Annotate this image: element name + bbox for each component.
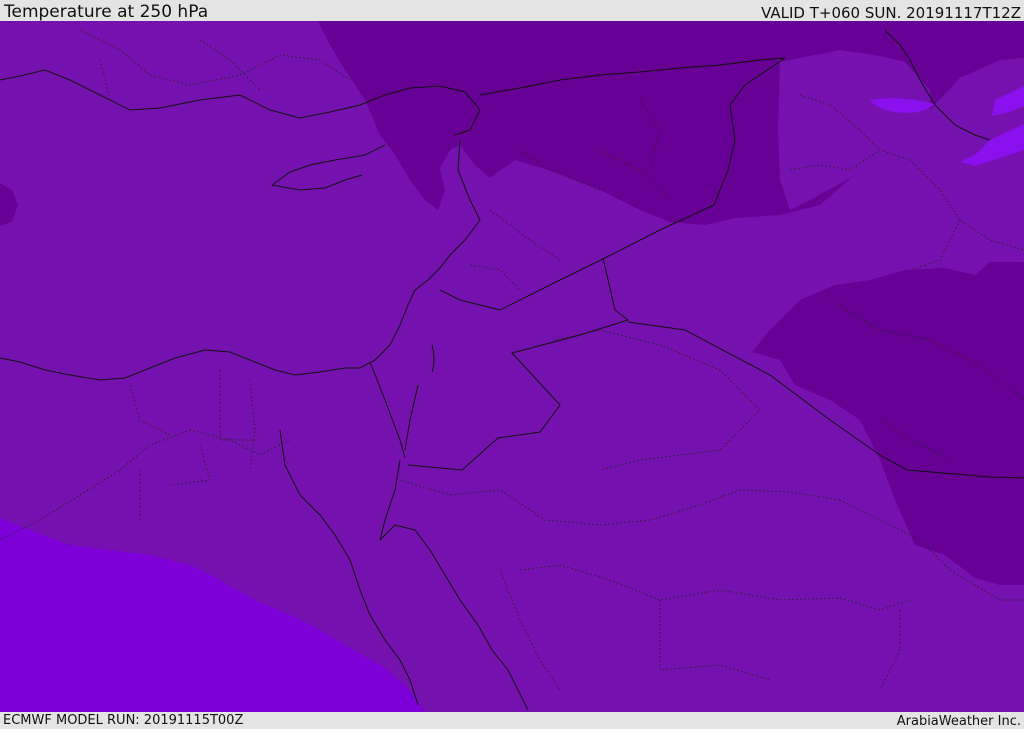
- credit: ArabiaWeather Inc.: [896, 714, 1021, 729]
- map-title: Temperature at 250 hPa: [4, 2, 209, 22]
- footer-bar: ECMWF MODEL RUN: 20191115T00Z ArabiaWeat…: [0, 712, 1024, 729]
- valid-time: VALID T+060 SUN. 20191117T12Z: [761, 4, 1021, 22]
- header-bar: Temperature at 250 hPa VALID T+060 SUN. …: [0, 0, 1024, 21]
- temperature-map[interactable]: [0, 21, 1024, 712]
- model-run: ECMWF MODEL RUN: 20191115T00Z: [3, 713, 244, 728]
